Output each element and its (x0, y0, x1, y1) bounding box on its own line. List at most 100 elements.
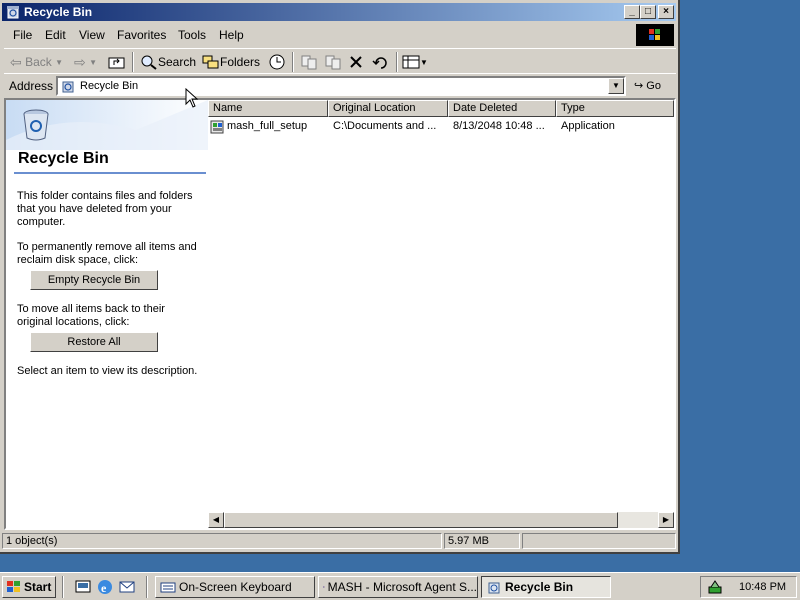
scrollbar-thumb[interactable] (224, 512, 618, 528)
folders-icon (202, 55, 219, 69)
explorer-window: Recycle Bin _ □ × File Edit View Favorit… (0, 0, 680, 554)
delete-icon (350, 56, 362, 68)
recycle-bin-large-icon (23, 109, 49, 141)
outlook-express-icon[interactable] (118, 578, 136, 596)
column-header-date-deleted[interactable]: Date Deleted (448, 100, 556, 117)
menu-bar: File Edit View Favorites Tools Help (4, 24, 676, 46)
clock[interactable]: 10:48 PM (739, 581, 786, 593)
move-to-button[interactable] (300, 53, 318, 71)
address-dropdown-button[interactable]: ▼ (608, 78, 624, 94)
pane-title: Recycle Bin (18, 150, 109, 167)
mash-agent-icon (323, 586, 325, 588)
column-header-original-location[interactable]: Original Location (328, 100, 448, 117)
cell-name: mash_full_setup (227, 120, 308, 132)
undo-button[interactable] (372, 53, 390, 71)
chevron-down-icon: ▼ (420, 57, 428, 67)
standard-toolbar: ⇦ Back ▼ ⇨ ▼ Search Folders ▼ (4, 48, 676, 72)
address-bar: Address Recycle Bin ▼ ↪ Go (4, 73, 676, 97)
up-folder-button[interactable] (108, 53, 126, 71)
recycle-bin-icon (488, 582, 500, 594)
toolbar-separator (396, 52, 398, 72)
restore-instructions: To move all items back to their original… (17, 303, 165, 328)
taskbar-separator (62, 576, 64, 598)
title-underline (14, 172, 206, 174)
toolbar-separator (292, 52, 294, 72)
status-bar: 1 object(s) 5.97 MB (2, 532, 678, 550)
windows-logo-icon (636, 24, 674, 46)
search-icon (141, 55, 157, 70)
status-size: 5.97 MB (444, 533, 520, 549)
scroll-left-icon[interactable]: ◀ (208, 512, 224, 528)
recycle-bin-icon (62, 81, 74, 93)
taskbar: Start e On-Screen Keyboard MASH - Micros… (0, 572, 800, 600)
application-icon (210, 120, 224, 134)
delete-button[interactable] (348, 53, 364, 71)
menu-help[interactable]: Help (219, 28, 244, 42)
select-hint: Select an item to view its description. (17, 365, 198, 377)
menu-favorites[interactable]: Favorites (117, 28, 166, 42)
show-desktop-icon[interactable] (74, 578, 92, 596)
status-zone (522, 533, 676, 549)
back-arrow-icon: ⇦ (10, 53, 22, 70)
recycle-bin-icon (7, 6, 19, 19)
cell-type: Application (561, 120, 615, 132)
scroll-right-icon[interactable]: ▶ (658, 512, 674, 528)
task-recycle-bin[interactable]: Recycle Bin (481, 576, 611, 598)
cell-date-deleted: 8/13/2048 10:48 ... (453, 120, 545, 132)
title-bar[interactable]: Recycle Bin _ □ × (2, 3, 676, 21)
folders-button[interactable]: Folders (202, 53, 260, 71)
maximize-button[interactable]: □ (640, 5, 656, 19)
forward-button[interactable]: ⇨ ▼ (74, 53, 97, 71)
remove-instructions: To permanently remove all items and recl… (17, 241, 197, 266)
web-view-pane: Recycle Bin This folder contains files a… (6, 100, 208, 528)
status-object-count: 1 object(s) (2, 533, 442, 549)
restore-all-button[interactable]: Restore All (30, 332, 158, 352)
minimize-button[interactable]: _ (624, 5, 640, 19)
column-header-name[interactable]: Name (208, 100, 328, 117)
svg-text:e: e (101, 581, 107, 595)
windows-flag-icon (7, 581, 20, 592)
menu-tools[interactable]: Tools (178, 28, 206, 42)
column-header-type[interactable]: Type (556, 100, 674, 117)
start-button[interactable]: Start (2, 576, 56, 598)
task-on-screen-keyboard[interactable]: On-Screen Keyboard (155, 576, 315, 598)
content-area: Recycle Bin This folder contains files a… (4, 98, 676, 530)
go-arrow-icon: ↪ (634, 80, 644, 92)
system-tray: 10:48 PM (700, 576, 797, 598)
task-mash[interactable]: MASH - Microsoft Agent S... (318, 576, 478, 598)
views-icon (402, 55, 420, 69)
menu-edit[interactable]: Edit (45, 28, 66, 42)
chevron-down-icon: ▼ (55, 57, 64, 67)
history-button[interactable] (268, 53, 286, 71)
up-folder-icon (108, 57, 125, 69)
mouse-pointer-icon (185, 88, 199, 108)
search-button[interactable]: Search (140, 53, 196, 71)
internet-explorer-icon[interactable]: e (96, 578, 114, 596)
address-field[interactable]: Recycle Bin ▼ (56, 76, 626, 96)
history-icon (269, 54, 285, 70)
address-label: Address (9, 79, 54, 93)
address-value: Recycle Bin (80, 80, 139, 92)
copy-to-button[interactable] (324, 53, 342, 71)
tray-app-icon[interactable] (707, 579, 723, 595)
keyboard-icon (160, 582, 176, 593)
back-button[interactable]: ⇦ Back ▼ (10, 53, 63, 71)
copy-to-icon (325, 55, 341, 70)
go-button[interactable]: ↪ Go (634, 79, 661, 92)
menu-view[interactable]: View (79, 28, 105, 42)
close-button[interactable]: × (658, 5, 674, 19)
chevron-down-icon: ▼ (89, 57, 97, 67)
empty-recycle-bin-button[interactable]: Empty Recycle Bin (30, 270, 158, 290)
cell-original-location: C:\Documents and ... (333, 120, 437, 132)
horizontal-scrollbar[interactable]: ◀ ▶ (208, 512, 674, 528)
forward-arrow-icon: ⇨ (74, 53, 86, 70)
move-to-icon (301, 55, 317, 70)
taskbar-separator (146, 576, 148, 598)
undo-icon (372, 57, 387, 69)
toolbar-separator (132, 52, 134, 72)
menu-file[interactable]: File (13, 28, 32, 42)
window-title: Recycle Bin (24, 5, 93, 19)
file-list: Name Original Location Date Deleted Type… (208, 100, 674, 528)
folder-description: This folder contains files and folders t… (17, 190, 193, 228)
views-button[interactable]: ▼ (402, 53, 428, 71)
